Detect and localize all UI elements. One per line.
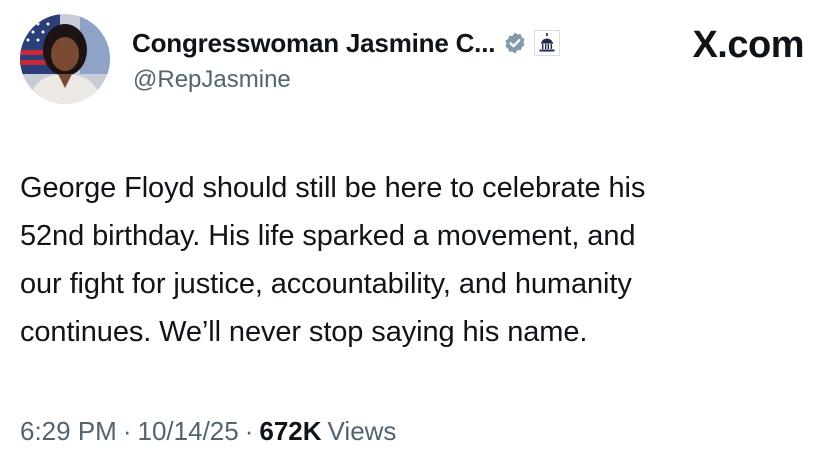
post-time[interactable]: 6:29 PM: [20, 416, 117, 446]
post-date[interactable]: 10/14/25: [138, 416, 239, 446]
source-label: X.com: [692, 24, 804, 66]
post-text-line: continues. We’ll never stop saying his n…: [20, 316, 588, 348]
post-text-line: our fight for justice, accountability, a…: [20, 268, 632, 300]
post-meta: 6:29 PM · 10/14/25 · 672K Views: [20, 416, 396, 447]
views-label: Views: [327, 416, 397, 446]
display-name[interactable]: Congresswoman Jasmine C...: [132, 28, 495, 59]
post-text-line: 52nd birthday. His life sparked a moveme…: [20, 220, 636, 252]
meta-separator: ·: [244, 416, 254, 446]
verified-badge-icon: [503, 31, 527, 55]
author-row: Congresswoman Jasmine C...: [132, 28, 561, 59]
avatar[interactable]: [20, 14, 110, 104]
post-card: Congresswoman Jasmine C... @RepJasmine X…: [0, 0, 840, 469]
post-text: George Floyd should still be here to cel…: [20, 164, 830, 356]
post-text-line: George Floyd should still be here to cel…: [20, 172, 646, 204]
capitol-affiliation-icon[interactable]: [534, 30, 561, 56]
meta-separator: ·: [122, 416, 132, 446]
views-count[interactable]: 672K: [259, 416, 321, 446]
author-handle[interactable]: @RepJasmine: [133, 66, 291, 94]
